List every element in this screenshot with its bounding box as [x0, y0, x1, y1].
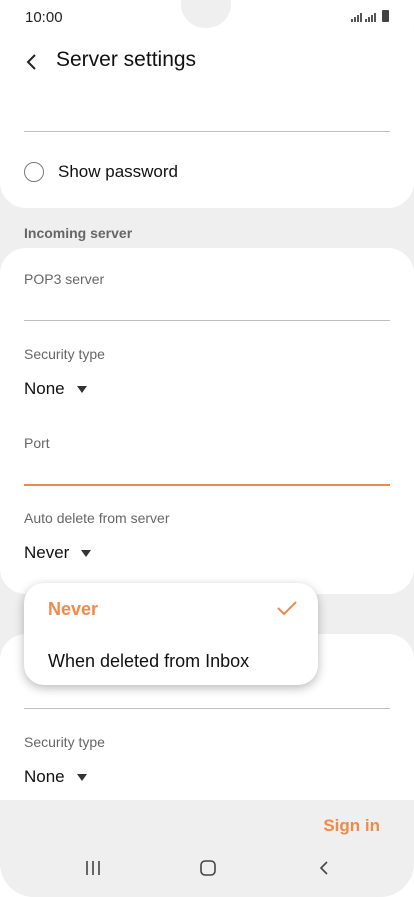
password-card: [0, 100, 414, 208]
camera-notch: [181, 0, 231, 28]
security-type-label: Security type: [24, 346, 105, 362]
back-arrow-icon[interactable]: [20, 50, 44, 74]
system-nav-bar: [0, 856, 414, 886]
auto-delete-value: Never: [24, 543, 70, 562]
security-type-dropdown[interactable]: None: [24, 379, 87, 399]
port-label: Port: [24, 435, 50, 451]
dropdown-triangle-icon: [76, 385, 87, 393]
radio-unchecked-icon[interactable]: [24, 162, 44, 182]
show-password-label[interactable]: Show password: [58, 162, 178, 182]
menu-option-never[interactable]: Never: [48, 599, 98, 620]
sign-in-button[interactable]: Sign in: [323, 816, 380, 836]
incoming-server-card: POP3 server Security type None Port Auto…: [0, 248, 414, 594]
recent-apps-icon[interactable]: [81, 856, 105, 880]
battery-icon: [382, 10, 389, 22]
auto-delete-menu: Never When deleted from Inbox: [24, 583, 318, 685]
pop3-server-underline: [24, 320, 390, 321]
outgoing-security-type-value: None: [24, 767, 65, 786]
port-underline-focused: [24, 484, 390, 486]
outgoing-security-type-label: Security type: [24, 734, 105, 750]
bottom-bar: Sign in: [0, 800, 414, 897]
pop3-server-label: POP3 server: [24, 271, 105, 287]
signal-icon: [351, 13, 362, 22]
status-time: 10:00: [25, 9, 63, 26]
smtp-server-underline[interactable]: [24, 708, 390, 709]
dropdown-triangle-icon: [76, 773, 87, 781]
phone-screen: 10:00 Server settings Show password Inco…: [0, 0, 414, 897]
status-icons: [351, 10, 389, 22]
checkmark-icon: [277, 601, 297, 616]
menu-option-when-deleted[interactable]: When deleted from Inbox: [48, 651, 249, 672]
nav-back-icon[interactable]: [312, 856, 336, 880]
outgoing-security-type-dropdown[interactable]: None: [24, 767, 87, 787]
page-title: Server settings: [56, 48, 197, 71]
security-type-value: None: [24, 379, 65, 398]
password-field-underline[interactable]: [24, 131, 390, 132]
auto-delete-dropdown[interactable]: Never: [24, 543, 92, 563]
home-icon[interactable]: [196, 856, 220, 880]
app-header: Server settings: [0, 34, 414, 100]
auto-delete-label: Auto delete from server: [24, 510, 170, 526]
signal-icon: [365, 13, 376, 22]
status-bar: 10:00: [0, 0, 414, 34]
incoming-server-section-label: Incoming server: [24, 225, 133, 241]
dropdown-triangle-icon: [81, 549, 92, 557]
